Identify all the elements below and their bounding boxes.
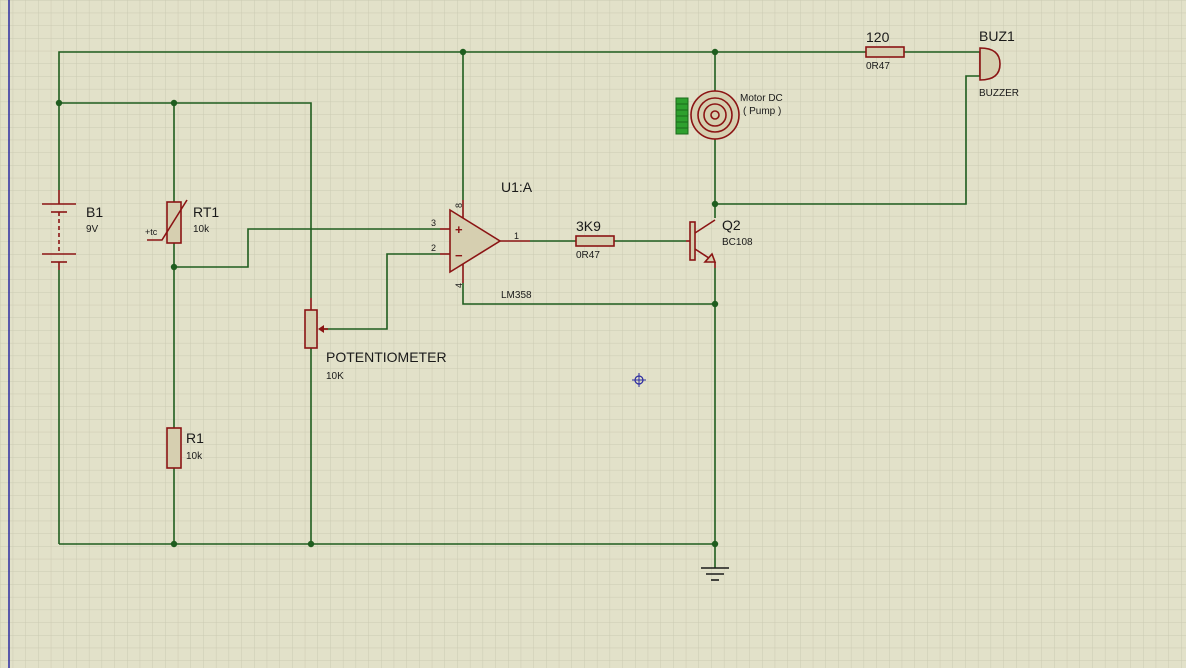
motor-subname: ( Pump )	[743, 106, 781, 117]
junction-dot	[459, 48, 467, 56]
b1-value: 9V	[86, 224, 99, 235]
rt1-value: 10k	[193, 224, 210, 235]
opamp-pin-4: 4	[454, 283, 464, 288]
junction-dot	[170, 540, 178, 548]
junction-dot	[170, 263, 178, 271]
buz1-ref: BUZ1	[979, 28, 1015, 44]
r-base-value: 0R47	[576, 250, 600, 261]
canvas-grid	[0, 0, 1186, 668]
q2-value: BC108	[722, 237, 753, 248]
opamp-plus-sign: +	[455, 222, 463, 237]
opamp-ref: U1:A	[501, 179, 533, 195]
junction-dot	[711, 300, 719, 308]
schematic-canvas[interactable]: B1 9V +tc RT1 10k R1 10k POTENTIOMETER 1…	[0, 0, 1186, 668]
r-base-ref: 3K9	[576, 218, 601, 234]
motor-name: Motor DC	[740, 93, 783, 104]
opamp-minus-sign: −	[455, 248, 463, 263]
r1-ref: R1	[186, 430, 204, 446]
r-buz-ref: 120	[866, 29, 890, 45]
pot-ref: POTENTIOMETER	[326, 349, 447, 365]
opamp-pin-8: 8	[454, 203, 464, 208]
junction-dot	[711, 48, 719, 56]
junction-dot	[55, 99, 63, 107]
rt1-ref: RT1	[193, 204, 219, 220]
opamp-value: LM358	[501, 290, 532, 301]
q2-ref: Q2	[722, 217, 741, 233]
buz1-value: BUZZER	[979, 88, 1019, 99]
opamp-pin-1: 1	[514, 231, 519, 241]
opamp-pin-2: 2	[431, 243, 436, 253]
junction-dot	[711, 540, 719, 548]
junction-dot	[711, 200, 719, 208]
pot-value: 10K	[326, 371, 344, 382]
junction-dot	[307, 540, 315, 548]
junction-dot	[170, 99, 178, 107]
b1-ref: B1	[86, 204, 103, 220]
rt1-marker: +tc	[145, 227, 158, 237]
r1-value: 10k	[186, 451, 203, 462]
r-buz-value: 0R47	[866, 61, 890, 72]
opamp-pin-3: 3	[431, 218, 436, 228]
